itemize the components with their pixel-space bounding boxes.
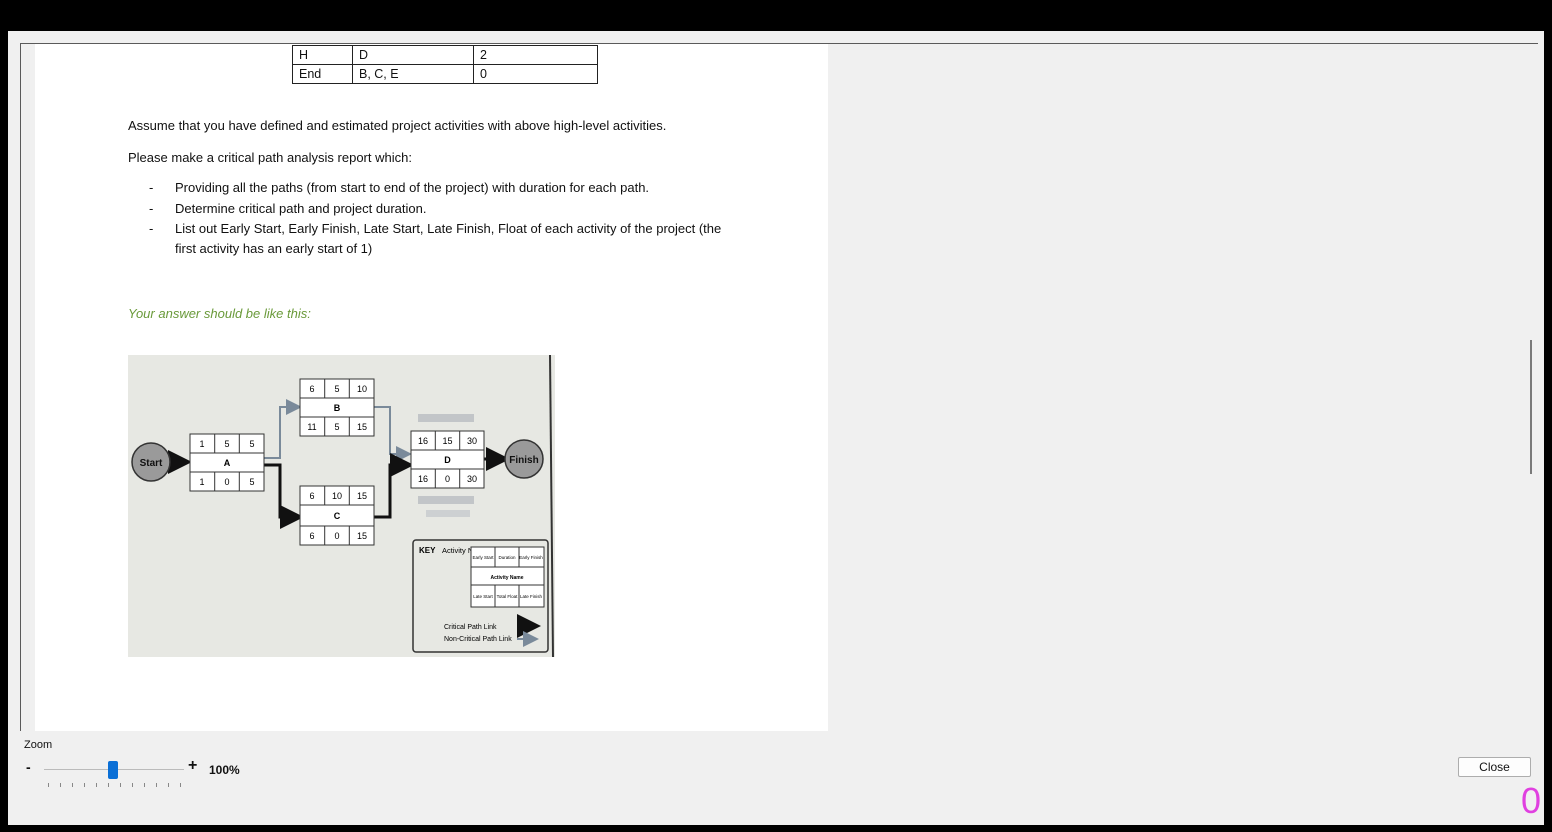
finish-label: Finish [509,455,538,466]
table-row: H D 2 [292,45,598,65]
svg-text:16: 16 [418,436,428,446]
zoom-slider-thumb[interactable] [108,761,118,779]
blurred-label [418,414,474,422]
activity-node-a: 1 5 5 A 1 0 5 [189,433,265,492]
svg-text:1: 1 [199,439,204,449]
table-row: End B, C, E 0 [292,64,598,84]
paragraph: Please make a critical path analysis rep… [128,150,412,165]
svg-text:0: 0 [334,531,339,541]
activity-node-b: 6 5 10 B 11 5 15 [299,378,375,437]
table-cell: H [292,45,353,65]
svg-text:5: 5 [249,477,254,487]
activity-node-c: 6 10 15 C 6 0 15 [299,485,375,546]
svg-text:Non-Critical Path Link: Non-Critical Path Link [444,636,512,643]
svg-text:Late Start: Late Start [473,594,493,599]
svg-text:15: 15 [357,422,367,432]
svg-text:5: 5 [334,422,339,432]
svg-text:15: 15 [357,491,367,501]
svg-text:1: 1 [199,477,204,487]
vertical-scrollbar[interactable] [1530,340,1532,474]
svg-text:Early Start: Early Start [472,555,494,560]
viewer-window: H D 2 End B, C, E 0 Assume that you have… [8,31,1544,825]
zoom-bar: Zoom - + 100% Close 0 [8,731,1544,825]
bullet-mark: - [149,221,154,236]
table-cell: 2 [473,45,598,65]
svg-text:C: C [334,511,341,521]
svg-text:Late Finish: Late Finish [520,594,543,599]
svg-text:11: 11 [307,422,316,432]
zoom-in-button[interactable]: + [188,757,197,775]
svg-text:16: 16 [418,474,428,484]
svg-text:6: 6 [309,384,314,394]
activity-table: H D 2 End B, C, E 0 [292,45,598,84]
svg-text:30: 30 [467,436,477,446]
svg-text:Total Float: Total Float [497,594,519,599]
svg-text:D: D [444,455,451,465]
svg-text:0: 0 [224,477,229,487]
blurred-label [426,510,470,517]
svg-text:Activity Name: Activity Name [490,575,523,581]
svg-text:Duration: Duration [498,555,516,560]
svg-text:5: 5 [334,384,339,394]
table-cell: End [292,64,353,84]
document-page: H D 2 End B, C, E 0 Assume that you have… [35,44,828,731]
svg-text:B: B [334,403,341,413]
svg-text:10: 10 [332,491,342,501]
svg-text:15: 15 [442,436,452,446]
table-cell: 0 [473,64,598,84]
zoom-slider-ticks [48,783,181,787]
zoom-value: 100% [209,763,240,777]
start-label: Start [140,458,163,469]
svg-text:30: 30 [467,474,477,484]
answer-note: Your answer should be like this: [128,306,311,321]
svg-text:0: 0 [445,474,450,484]
bullet-mark: - [149,201,154,216]
svg-text:10: 10 [357,384,367,394]
bullet-item: Determine critical path and project dura… [175,201,427,216]
zoom-out-button[interactable]: - [26,759,31,775]
svg-text:5: 5 [249,439,254,449]
bullet-item: List out Early Start, Early Finish, Late… [175,221,722,256]
svg-text:6: 6 [309,491,314,501]
blurred-label [418,496,474,504]
example-network-diagram-photo: Start Finish 1 5 5 A 1 0 5 6 5 10 B 11 5… [128,355,555,657]
svg-text:KEY: KEY [419,546,436,555]
svg-text:Early Finish: Early Finish [519,555,543,560]
svg-text:Critical Path Link: Critical Path Link [444,624,497,631]
bullet-item: Providing all the paths (from start to e… [175,180,650,195]
paragraph: Assume that you have defined and estimat… [128,118,667,133]
zoom-label: Zoom [24,739,53,751]
activity-node-d: 16 15 30 D 16 0 30 [410,430,485,489]
svg-text:A: A [224,458,231,468]
svg-text:15: 15 [357,531,367,541]
svg-text:6: 6 [309,531,314,541]
table-cell: D [352,45,474,65]
document-viewport[interactable]: H D 2 End B, C, E 0 Assume that you have… [20,43,1538,731]
close-button[interactable]: Close [1458,757,1531,777]
table-cell: B, C, E [352,64,474,84]
corner-glyph: 0 [1521,780,1542,821]
bullet-mark: - [149,180,154,195]
svg-text:5: 5 [224,439,229,449]
